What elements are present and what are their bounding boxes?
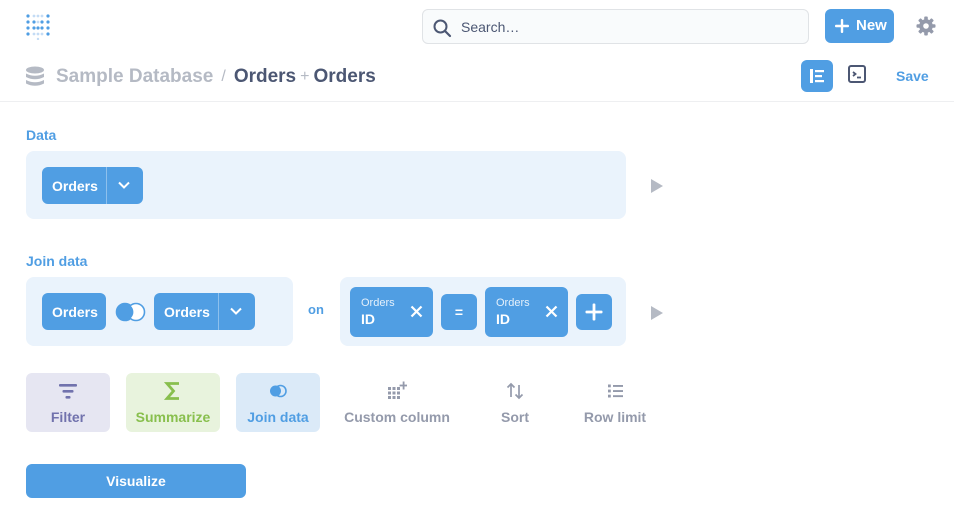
pill-divider — [106, 167, 107, 204]
join-tables-panel: Orders Orders — [26, 277, 293, 346]
sort-action-label: Sort — [501, 409, 529, 425]
join-left-column-table: Orders — [361, 297, 395, 309]
custom-column-action-button[interactable]: Custom column — [340, 373, 454, 432]
sum-icon — [163, 382, 179, 400]
notebook-icon — [810, 69, 824, 83]
join-on-label: on — [308, 302, 324, 317]
data-step-panel: Orders — [26, 151, 626, 219]
chevron-down-icon[interactable] — [117, 178, 131, 192]
join-right-column-table: Orders — [496, 297, 530, 309]
join-left-table-label: Orders — [52, 304, 98, 320]
breadcrumb-database[interactable]: Sample Database — [56, 66, 213, 88]
close-icon[interactable] — [410, 305, 423, 318]
new-button-label: New — [856, 17, 887, 34]
breadcrumb-table-a[interactable]: Orders — [234, 66, 296, 88]
close-icon[interactable] — [545, 305, 558, 318]
join-step-label: Join data — [26, 253, 88, 269]
row-limit-action-label: Row limit — [583, 409, 647, 425]
filter-icon — [59, 384, 77, 399]
join-icon — [270, 384, 287, 398]
breadcrumb-table-b[interactable]: Orders — [313, 66, 375, 88]
metabase-logo[interactable] — [24, 12, 52, 41]
data-step-label: Data — [26, 127, 57, 143]
join-left-table-pill[interactable]: Orders — [42, 293, 106, 330]
gear-icon[interactable] — [916, 16, 936, 36]
sql-console-icon[interactable] — [845, 62, 869, 86]
save-button[interactable]: Save — [896, 68, 929, 84]
chevron-down-icon[interactable] — [229, 304, 243, 318]
join-right-column-name: ID — [496, 311, 510, 327]
join-left-column-name: ID — [361, 311, 375, 327]
filter-action-label: Filter — [50, 409, 86, 425]
list-icon — [608, 384, 623, 398]
join-right-table-pill[interactable]: Orders — [154, 293, 255, 330]
join-left-column-pill[interactable]: Orders ID — [350, 287, 433, 337]
custom-column-action-label: Custom column — [344, 409, 450, 425]
pill-divider — [218, 293, 219, 330]
breadcrumb-plus: + — [300, 68, 310, 85]
breadcrumb: Sample Database / Orders + Orders — [24, 62, 376, 92]
add-column-icon — [388, 381, 407, 399]
breadcrumb-separator: / — [221, 68, 226, 85]
data-table-label: Orders — [52, 178, 98, 194]
notebook-view-button[interactable] — [801, 60, 833, 92]
new-button[interactable]: New — [825, 9, 894, 43]
app-header: Search… New Sample Database / Orders + O… — [0, 0, 954, 102]
database-icon — [26, 66, 44, 86]
join-operator-button[interactable]: = — [441, 294, 477, 330]
sort-action-button[interactable]: Sort — [486, 373, 544, 432]
search-placeholder: Search… — [461, 19, 520, 35]
plus-icon — [585, 303, 603, 321]
join-right-table-label: Orders — [164, 304, 210, 320]
filter-action-button[interactable]: Filter — [26, 373, 110, 432]
play-icon[interactable] — [650, 179, 664, 193]
add-condition-button[interactable] — [576, 294, 612, 330]
join-right-column-pill[interactable]: Orders ID — [485, 287, 568, 337]
visualize-button[interactable]: Visualize — [26, 464, 246, 498]
summarize-action-button[interactable]: Summarize — [126, 373, 220, 432]
join-action-label: Join data — [247, 409, 309, 425]
play-icon[interactable] — [650, 306, 664, 320]
summarize-action-label: Summarize — [135, 409, 211, 425]
search-icon — [433, 19, 452, 38]
plus-icon — [835, 19, 849, 33]
data-table-pill[interactable]: Orders — [42, 167, 143, 204]
sort-icon — [506, 382, 524, 400]
left-join-icon[interactable] — [114, 302, 148, 322]
join-action-button[interactable]: Join data — [236, 373, 320, 432]
search-input[interactable]: Search… — [422, 9, 809, 44]
row-limit-action-button[interactable]: Row limit — [578, 373, 652, 432]
